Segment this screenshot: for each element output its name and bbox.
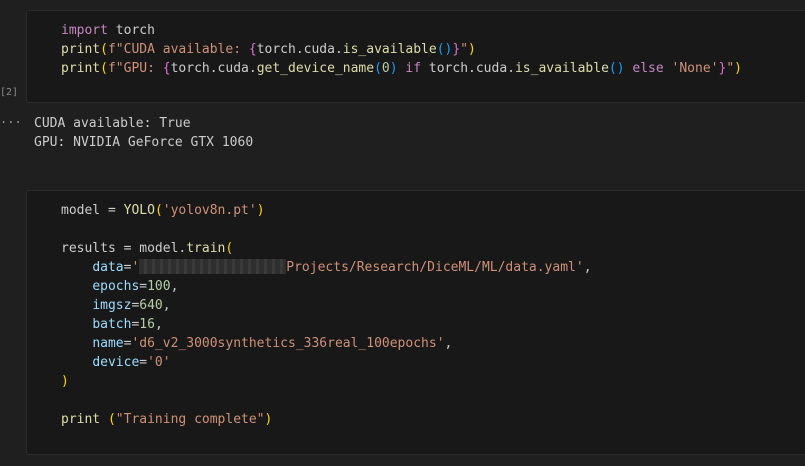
- code-token: device: [92, 355, 140, 370]
- code-token: 100: [147, 279, 171, 294]
- cell-output: CUDA available: True GPU: NVIDIA GeForce …: [34, 114, 253, 152]
- code-token: ): [264, 412, 273, 427]
- code-token: print: [61, 42, 101, 57]
- code-token: ,: [583, 260, 592, 275]
- output-line: GPU: NVIDIA GeForce GTX 1060: [34, 135, 254, 150]
- code-token: (: [225, 241, 234, 256]
- code-token: 640: [139, 298, 163, 313]
- code-line: device='0': [61, 353, 592, 372]
- code-token: print: [61, 412, 101, 427]
- code-token: (): [436, 42, 453, 57]
- code-editor-2[interactable]: model = YOLO('yolov8n.pt')​results = mod…: [61, 201, 592, 429]
- code-token: {: [248, 42, 257, 57]
- code-token: ): [256, 203, 265, 218]
- code-token: torch.cuda.: [421, 61, 515, 76]
- code-token: get_device_name: [256, 61, 375, 76]
- code-token: (: [374, 61, 382, 76]
- code-token: (: [100, 61, 108, 76]
- output-line: CUDA available: True: [34, 116, 191, 131]
- code-line: model = YOLO('yolov8n.pt'): [61, 201, 592, 220]
- code-line: imgsz=640,: [61, 296, 592, 315]
- code-line: ​: [61, 220, 592, 239]
- code-token: ,: [444, 336, 453, 351]
- code-line: data=' Projects/Research/DiceML/ML/data.y…: [61, 258, 592, 277]
- code-token: 16: [139, 317, 155, 332]
- code-token: import: [61, 23, 108, 38]
- code-line: results = model.train(: [61, 239, 592, 258]
- execution-count: [2]: [0, 87, 19, 98]
- code-token: "Training complete": [115, 412, 265, 427]
- code-token: ): [734, 61, 742, 76]
- code-token: epochs: [92, 279, 140, 294]
- code-token: batch: [92, 317, 132, 332]
- code-token: =: [139, 279, 148, 294]
- code-token: ,: [162, 298, 171, 313]
- code-line: name='d6_v2_3000synthetics_336real_100ep…: [61, 334, 592, 353]
- code-token: (: [107, 412, 116, 427]
- code-token: f"CUDA available:: [107, 42, 249, 57]
- code-token: if: [405, 61, 422, 76]
- code-token: ,: [170, 279, 179, 294]
- code-token: 'yolov8n.pt': [162, 203, 257, 218]
- code-line: print ("Training complete"): [61, 410, 592, 429]
- code-token: 'd6_v2_3000synthetics_336real_100epochs': [131, 336, 445, 351]
- code-token: YOLO: [123, 203, 155, 218]
- code-token: ": [726, 61, 735, 76]
- code-token: =: [139, 355, 148, 370]
- code-token: 'None': [671, 61, 719, 76]
- code-line: batch=16,: [61, 315, 592, 334]
- code-token: f"GPU:: [107, 61, 163, 76]
- code-token: ): [468, 42, 476, 57]
- code-token: (): [608, 61, 625, 76]
- code-token: '0': [147, 355, 171, 370]
- code-token: ,: [154, 317, 163, 332]
- code-token: {: [162, 61, 171, 76]
- code-token: print: [61, 61, 101, 76]
- code-editor-1[interactable]: import torch print(f"CUDA available: {tor…: [61, 21, 742, 78]
- code-token: is_available: [514, 61, 609, 76]
- code-token: (: [154, 203, 163, 218]
- code-cell-1[interactable]: import torch print(f"CUDA available: {tor…: [26, 10, 805, 103]
- code-token: name: [92, 336, 124, 351]
- code-cell-2[interactable]: model = YOLO('yolov8n.pt')​results = mod…: [26, 190, 805, 455]
- redacted-path: [139, 259, 287, 274]
- code-line: import torch: [61, 21, 742, 40]
- code-line: ​: [61, 391, 592, 410]
- code-token: imgsz: [92, 298, 132, 313]
- code-token: torch.cuda.: [170, 61, 257, 76]
- code-token: torch: [107, 23, 155, 38]
- code-token: else: [632, 61, 664, 76]
- code-token: ): [61, 374, 69, 389]
- code-line: print(f"CUDA available: {torch.cuda.is_a…: [61, 40, 742, 59]
- code-token: 0: [381, 61, 390, 76]
- code-token: model =: [61, 203, 124, 218]
- code-token: data: [92, 260, 124, 275]
- code-line: print(f"GPU: {torch.cuda.get_device_name…: [61, 59, 742, 78]
- output-menu-icon[interactable]: ...: [0, 112, 22, 126]
- code-line: epochs=100,: [61, 277, 592, 296]
- code-token: ': [131, 260, 140, 275]
- code-token: ": [460, 42, 469, 57]
- code-token: torch.cuda.: [256, 42, 343, 57]
- code-line: ): [61, 372, 592, 391]
- code-token: results = model.: [61, 241, 187, 256]
- code-token: (: [100, 42, 108, 57]
- code-token: is_available: [342, 42, 437, 57]
- code-token: ): [389, 61, 398, 76]
- code-token: train: [186, 241, 226, 256]
- code-token: }: [452, 42, 461, 57]
- code-token: Projects/Research/DiceML/ML/data.yaml': [286, 260, 584, 275]
